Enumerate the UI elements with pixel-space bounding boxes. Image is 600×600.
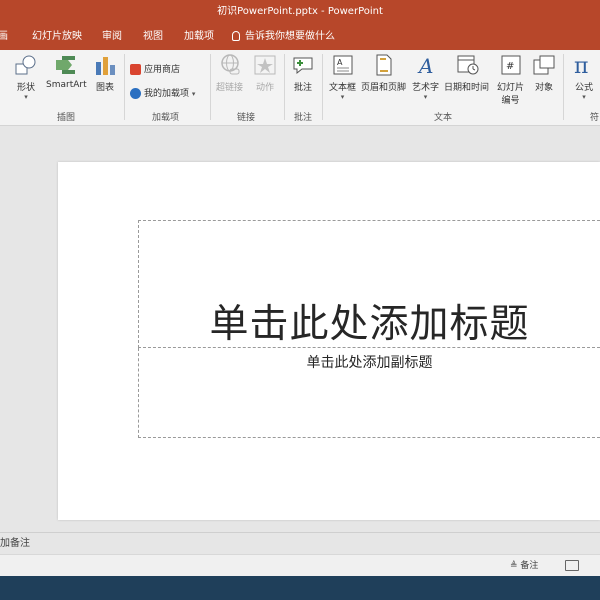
tab-view[interactable]: 视图 — [143, 24, 163, 50]
chart-label: 图表 — [95, 83, 114, 93]
header-footer-icon — [372, 54, 396, 76]
datetime-label: 日期和时间 — [444, 83, 490, 93]
smartart-label: SmartArt — [46, 80, 87, 90]
equation-label: 公式 — [574, 83, 593, 93]
my-addins-button[interactable]: 我的加载项 ▾ — [130, 86, 195, 99]
svg-text:#: # — [506, 61, 514, 72]
tell-me-search[interactable]: 告诉我你想要做什么 — [232, 24, 335, 50]
tab-animations[interactable]: 画 — [0, 24, 8, 50]
my-addins-label: 我的加载项 — [144, 89, 190, 99]
notes-toggle-button[interactable]: ≜ 备注 — [510, 555, 538, 577]
ribbon-insert: 形状 ▾ SmartArt 图表 插图 应用商店 我的加载项 ▾ 加载项 超链接… — [0, 50, 600, 126]
shapes-label: 形状 — [16, 83, 35, 93]
pi-icon: π — [572, 54, 596, 79]
hyperlink-label: 超链接 — [216, 83, 244, 93]
calendar-clock-icon — [455, 54, 479, 76]
divider — [322, 54, 323, 120]
comment-icon — [291, 54, 315, 76]
status-bar: ≜ 备注 — [0, 554, 600, 576]
tell-me-label: 告诉我你想要做什么 — [245, 31, 335, 42]
tab-review[interactable]: 审阅 — [102, 24, 122, 50]
group-label-addins: 加载项 — [152, 113, 180, 123]
window-title: 初识PowerPoint.pptx - PowerPoint — [0, 0, 600, 24]
datetime-button[interactable]: 日期和时间 — [444, 54, 489, 93]
header-footer-label: 页眉和页脚 — [361, 83, 407, 93]
wordart-button[interactable]: A 艺术字 ▾ — [412, 54, 439, 101]
chevron-down-icon: ▾ — [24, 93, 28, 101]
ribbon-tabs: 画 幻灯片放映 审阅 视图 加载项 告诉我你想要做什么 — [0, 24, 600, 50]
group-label-illustrations: 插图 — [57, 113, 76, 123]
notes-placeholder: 加备注 — [0, 538, 30, 549]
svg-text:A: A — [337, 58, 343, 67]
comments-icon[interactable] — [565, 560, 579, 571]
hyperlink-button[interactable]: 超链接 — [216, 54, 243, 93]
group-label-text: 文本 — [434, 113, 453, 123]
notes-icon: ≜ — [510, 561, 518, 571]
object-label: 对象 — [534, 83, 553, 93]
action-star-icon — [253, 54, 277, 76]
wordart-label: 艺术字 — [412, 83, 440, 93]
textbox-button[interactable]: A 文本框 ▾ — [329, 54, 356, 101]
smartart-icon — [54, 54, 78, 76]
addins-icon — [130, 88, 141, 99]
textbox-icon: A — [331, 54, 355, 76]
tab-slideshow[interactable]: 幻灯片放映 — [32, 24, 82, 50]
tab-addins[interactable]: 加载项 — [184, 24, 214, 50]
divider — [124, 54, 125, 120]
shapes-button[interactable]: 形状 ▾ — [14, 54, 38, 101]
equation-button[interactable]: π 公式 ▾ — [572, 54, 596, 101]
title-placeholder-text: 单击此处添加标题 — [209, 302, 530, 347]
slide-canvas[interactable]: 单击此处添加标题 单击此处添加副标题 — [58, 162, 600, 520]
slide-number-label-2: 编号 — [501, 96, 520, 106]
slide-number-button[interactable]: # 幻灯片 编号 — [497, 54, 524, 106]
divider — [563, 54, 564, 120]
chart-button[interactable]: 图表 — [93, 54, 117, 93]
wordart-icon: A — [414, 54, 438, 78]
action-label: 动作 — [255, 83, 274, 93]
notes-pane[interactable]: 加备注 — [0, 532, 600, 554]
group-label-comments: 批注 — [294, 113, 313, 123]
slide-number-icon: # — [499, 54, 523, 76]
chevron-down-icon: ▾ — [423, 93, 428, 101]
slide-number-label-1: 幻灯片 — [497, 83, 525, 93]
group-label-links: 链接 — [237, 113, 256, 123]
svg-text:A: A — [417, 54, 433, 76]
comment-label: 批注 — [293, 83, 312, 93]
globe-link-icon — [218, 54, 242, 76]
chevron-down-icon: ▾ — [340, 93, 345, 101]
chart-icon — [93, 54, 117, 76]
chevron-down-icon: ▾ — [582, 93, 586, 101]
lightbulb-icon — [232, 31, 240, 41]
notes-toggle-label: 备注 — [520, 561, 539, 571]
chevron-down-icon: ▾ — [191, 90, 196, 98]
object-icon — [532, 54, 556, 76]
action-button[interactable]: 动作 — [253, 54, 277, 93]
object-button[interactable]: 对象 — [532, 54, 556, 93]
group-label-symbols: 符 — [590, 113, 600, 123]
store-icon — [130, 64, 141, 75]
divider — [210, 54, 211, 120]
comment-button[interactable]: 批注 — [291, 54, 315, 93]
svg-text:π: π — [574, 54, 588, 76]
divider — [284, 54, 285, 120]
subtitle-placeholder-text: 单击此处添加副标题 — [306, 355, 433, 371]
taskbar — [0, 576, 600, 600]
title-placeholder[interactable]: 单击此处添加标题 — [138, 220, 600, 348]
slide-workspace: 单击此处添加标题 单击此处添加副标题 — [0, 127, 600, 532]
textbox-label: 文本框 — [329, 83, 357, 93]
header-footer-button[interactable]: 页眉和页脚 — [361, 54, 406, 93]
smartart-button[interactable]: SmartArt — [46, 54, 87, 90]
store-label: 应用商店 — [144, 65, 181, 75]
shapes-icon — [14, 54, 38, 76]
store-button[interactable]: 应用商店 — [130, 62, 180, 75]
subtitle-placeholder[interactable]: 单击此处添加副标题 — [138, 348, 600, 438]
